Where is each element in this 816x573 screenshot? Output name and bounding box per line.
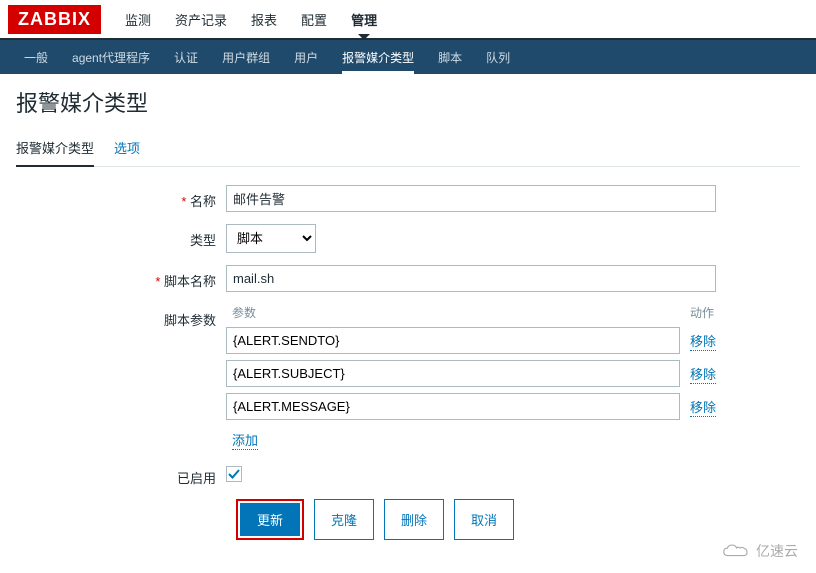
tabs: 报警媒介类型选项 — [16, 130, 800, 167]
subnav-item[interactable]: 用户群组 — [210, 40, 282, 74]
page-title: 报警媒介类型 — [16, 86, 800, 118]
remove-param-link[interactable]: 移除 — [690, 331, 716, 351]
param-input[interactable] — [226, 360, 680, 387]
update-button[interactable]: 更新 — [240, 503, 300, 536]
name-input[interactable] — [226, 185, 716, 212]
topnav-item[interactable]: 报表 — [239, 0, 289, 38]
sub-navigation: 一般agent代理程序认证用户群组用户报警媒介类型脚本队列 — [0, 40, 816, 74]
subnav-item[interactable]: agent代理程序 — [60, 40, 162, 74]
cancel-button[interactable]: 取消 — [454, 499, 514, 540]
watermark: 亿速云 — [720, 541, 798, 561]
clone-button[interactable]: 克隆 — [314, 499, 374, 540]
subnav-item[interactable]: 报警媒介类型 — [330, 40, 426, 74]
params-header-action: 动作 — [690, 304, 714, 321]
topnav-item[interactable]: 管理 — [339, 0, 389, 38]
watermark-text: 亿速云 — [756, 541, 798, 561]
params-header-param: 参数 — [232, 304, 256, 321]
update-button-highlight: 更新 — [236, 499, 304, 540]
param-row: 移除 — [226, 327, 716, 354]
param-row: 移除 — [226, 393, 716, 420]
enabled-label: 已启用 — [76, 462, 226, 487]
param-row: 移除 — [226, 360, 716, 387]
topnav-item[interactable]: 资产记录 — [163, 0, 239, 38]
script-name-input[interactable] — [226, 265, 716, 292]
param-input[interactable] — [226, 327, 680, 354]
cloud-icon — [720, 541, 750, 561]
topnav-item[interactable]: 配置 — [289, 0, 339, 38]
delete-button[interactable]: 删除 — [384, 499, 444, 540]
zabbix-logo[interactable]: ZABBIX — [8, 5, 101, 34]
param-input[interactable] — [226, 393, 680, 420]
add-param-link[interactable]: 添加 — [232, 430, 258, 450]
enabled-checkbox[interactable] — [226, 466, 242, 482]
tab[interactable]: 报警媒介类型 — [16, 130, 94, 167]
subnav-item[interactable]: 认证 — [162, 40, 210, 74]
subnav-item[interactable]: 脚本 — [426, 40, 474, 74]
remove-param-link[interactable]: 移除 — [690, 397, 716, 417]
script-params-label: 脚本参数 — [76, 304, 226, 329]
tab[interactable]: 选项 — [114, 130, 140, 166]
subnav-item[interactable]: 用户 — [282, 40, 330, 74]
check-icon — [228, 468, 240, 480]
subnav-item[interactable]: 队列 — [474, 40, 522, 74]
script-name-label: 脚本名称 — [76, 265, 226, 290]
remove-param-link[interactable]: 移除 — [690, 364, 716, 384]
subnav-item[interactable]: 一般 — [12, 40, 60, 74]
name-label: 名称 — [76, 185, 226, 210]
type-select[interactable]: 脚本 — [226, 224, 316, 253]
top-navigation: 监测资产记录报表配置管理 — [113, 0, 389, 38]
topnav-item[interactable]: 监测 — [113, 0, 163, 38]
type-label: 类型 — [76, 224, 226, 249]
